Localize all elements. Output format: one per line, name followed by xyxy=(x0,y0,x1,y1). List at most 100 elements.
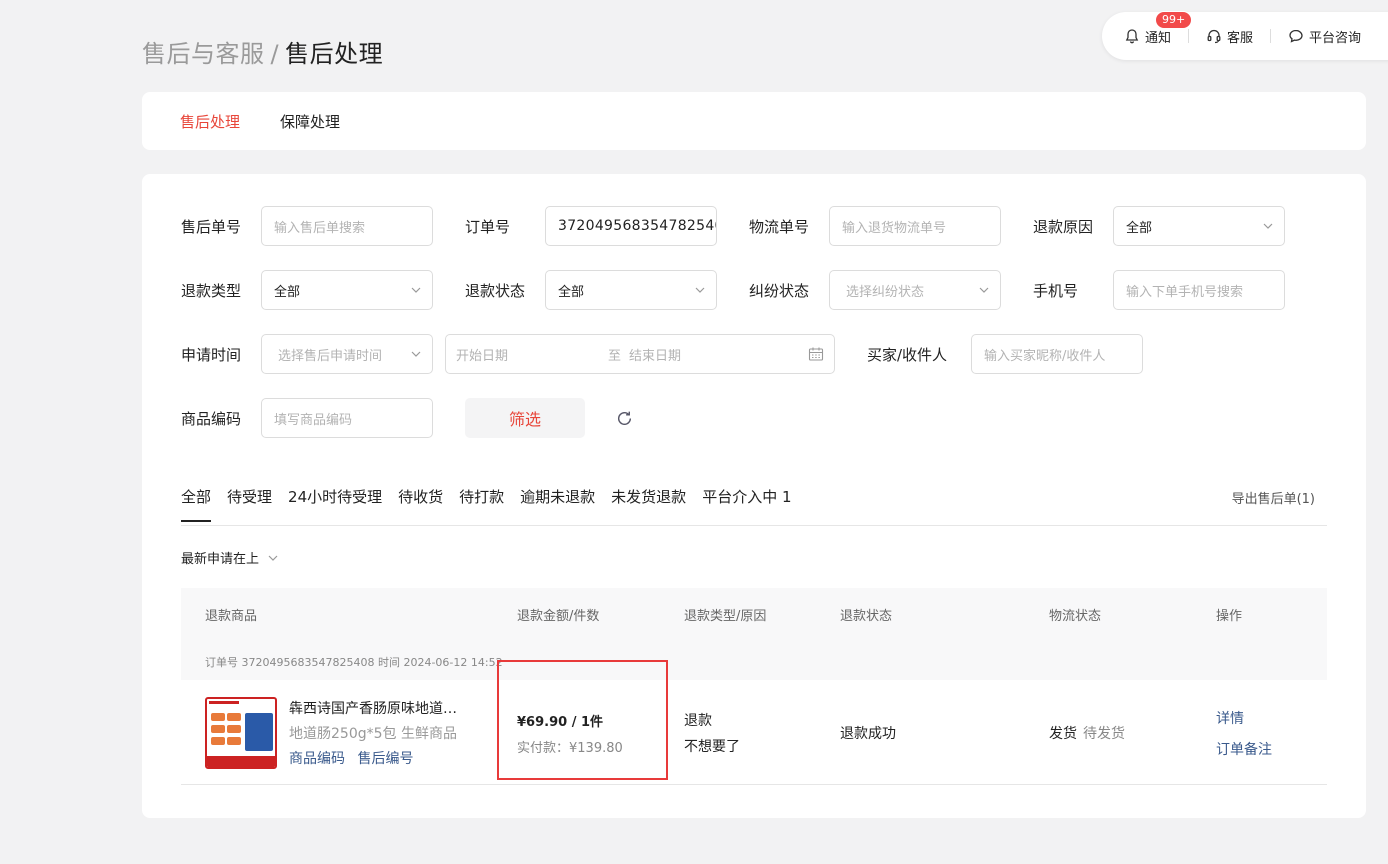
chevron-down-icon xyxy=(268,555,278,561)
table-header: 退款商品 退款金额/件数 退款类型/原因 退款状态 物流状态 操作 订单号 37… xyxy=(181,588,1327,680)
product-code-input[interactable]: 填写商品编码 xyxy=(261,398,433,438)
refund-reason-label: 退款原因 xyxy=(1033,218,1094,236)
platform-consult-label: 平台咨询 xyxy=(1309,30,1362,46)
date-range-separator: 至 xyxy=(608,348,622,364)
sort-label: 最新申请在上 xyxy=(181,552,260,567)
phone-placeholder: 输入下单手机号搜索 xyxy=(1126,284,1244,300)
refund-type: 退款 xyxy=(684,713,712,729)
status-tab-platform-intervention[interactable]: 平台介入中 1 xyxy=(702,486,791,507)
chevron-down-icon xyxy=(979,287,989,293)
status-tabs: 全部 待受理 24小时待受理 待收货 待打款 逾期未退款 未发货退款 平台介入中… xyxy=(181,486,808,522)
breadcrumb: 售后与客服 / 售后处理 xyxy=(142,34,383,69)
highlight-box xyxy=(497,660,668,780)
apply-time-select[interactable]: 选择售后申请时间 xyxy=(261,334,433,374)
product-code-placeholder: 填写商品编码 xyxy=(274,412,353,428)
refund-status: 退款成功 xyxy=(840,726,896,742)
buyer-input[interactable]: 输入买家昵称/收件人 xyxy=(971,334,1143,374)
end-date-placeholder: 结束日期 xyxy=(629,348,682,364)
main-panel: 售后单号 输入售后单搜索 订单号 372049568354782540 物流单号… xyxy=(142,174,1366,818)
status-tab-overdue[interactable]: 逾期未退款 xyxy=(520,486,595,507)
divider xyxy=(1270,29,1272,43)
phone-label: 手机号 xyxy=(1033,282,1079,300)
dispute-status-placeholder: 选择纠纷状态 xyxy=(846,284,925,300)
refresh-icon[interactable] xyxy=(616,410,633,427)
export-link[interactable]: 导出售后单(1) xyxy=(1232,488,1315,507)
service-label: 客服 xyxy=(1227,30,1254,46)
logistics-status-sub: 待发货 xyxy=(1083,726,1125,742)
logistics-no-input[interactable]: 输入退货物流单号 xyxy=(829,206,1001,246)
col-type-reason: 退款类型/原因 xyxy=(684,609,767,624)
notify-button[interactable]: 通知 99+ xyxy=(1124,10,1193,46)
chevron-down-icon xyxy=(695,287,705,293)
status-tab-unshipped-refund[interactable]: 未发货退款 xyxy=(611,486,686,507)
breadcrumb-separator: / xyxy=(270,40,280,68)
col-amount: 退款金额/件数 xyxy=(517,609,600,624)
table-row: 犇西诗国产香肠原味地道肠火山石烤肠 地道肠250g*5包 生鲜商品 商品编码 售… xyxy=(181,660,1327,785)
aftersale-no-label: 售后单号 xyxy=(181,218,242,236)
order-no-value: 372049568354782540 xyxy=(558,218,717,234)
tab-guarantee[interactable]: 保障处理 xyxy=(280,111,340,132)
product-name[interactable]: 犇西诗国产香肠原味地道肠火山石烤肠 xyxy=(289,698,461,718)
apply-time-label: 申请时间 xyxy=(181,346,242,364)
aftersale-no-input[interactable]: 输入售后单搜索 xyxy=(261,206,433,246)
product-spec: 地道肠250g*5包 生鲜商品 xyxy=(289,726,457,742)
status-tab-pending-payout[interactable]: 待打款 xyxy=(459,486,504,507)
top-action-bar: 通知 99+ 客服 平台咨询 xyxy=(1102,10,1388,60)
headset-icon xyxy=(1207,29,1221,44)
order-no-input[interactable]: 372049568354782540 xyxy=(545,206,717,246)
refund-status-select[interactable]: 全部 xyxy=(545,270,717,310)
page-title: 售后处理 xyxy=(285,40,384,68)
filter-button[interactable]: 筛选 xyxy=(465,398,585,438)
status-tab-pending-receive[interactable]: 待收货 xyxy=(398,486,443,507)
logistics-no-placeholder: 输入退货物流单号 xyxy=(842,220,947,236)
status-tab-all[interactable]: 全部 xyxy=(181,486,212,522)
col-ops: 操作 xyxy=(1216,609,1243,624)
calendar-icon xyxy=(808,347,824,361)
refund-reason: 不想要了 xyxy=(684,739,740,755)
notify-badge: 99+ xyxy=(1155,10,1193,29)
logistics-status: 发货 待发货 xyxy=(1049,723,1125,743)
date-range-picker[interactable]: 开始日期 至 结束日期 xyxy=(445,334,835,374)
service-button[interactable]: 客服 xyxy=(1206,27,1253,46)
refund-type-select[interactable]: 全部 xyxy=(261,270,433,310)
platform-consult-button[interactable]: 平台咨询 xyxy=(1288,27,1361,46)
product-links: 商品编码 售后编号 xyxy=(289,748,421,768)
dispute-status-label: 纠纷状态 xyxy=(749,282,810,300)
col-logistics: 物流状态 xyxy=(1049,609,1102,624)
refund-status-label: 退款状态 xyxy=(465,282,526,300)
notify-label: 通知 xyxy=(1145,30,1172,46)
logistics-no-label: 物流单号 xyxy=(749,218,810,236)
refund-reason-select[interactable]: 全部 xyxy=(1113,206,1285,246)
dispute-status-select[interactable]: 选择纠纷状态 xyxy=(829,270,1001,310)
tab-aftersale[interactable]: 售后处理 xyxy=(180,111,240,132)
divider xyxy=(181,525,1327,526)
refund-type-label: 退款类型 xyxy=(181,282,242,300)
chat-bubble-icon xyxy=(1289,29,1303,43)
start-date-placeholder: 开始日期 xyxy=(456,348,509,364)
product-code-label: 商品编码 xyxy=(181,410,242,428)
phone-input[interactable]: 输入下单手机号搜索 xyxy=(1113,270,1285,310)
page-tabs: 售后处理 保障处理 xyxy=(142,92,1366,150)
order-remark-link[interactable]: 订单备注 xyxy=(1216,739,1272,759)
aftersale-no-placeholder: 输入售后单搜索 xyxy=(274,220,366,236)
status-tab-24h-pending[interactable]: 24小时待受理 xyxy=(288,486,382,507)
buyer-placeholder: 输入买家昵称/收件人 xyxy=(984,348,1106,364)
col-status: 退款状态 xyxy=(840,609,893,624)
chevron-down-icon xyxy=(411,287,421,293)
apply-time-placeholder: 选择售后申请时间 xyxy=(278,348,383,364)
refund-type-value: 全部 xyxy=(274,284,301,300)
sort-dropdown[interactable]: 最新申请在上 xyxy=(181,548,279,567)
order-no-label: 订单号 xyxy=(465,218,511,236)
col-product: 退款商品 xyxy=(205,609,258,624)
chevron-down-icon xyxy=(411,351,421,357)
status-tab-pending-accept[interactable]: 待受理 xyxy=(227,486,272,507)
product-thumbnail[interactable] xyxy=(205,697,277,769)
breadcrumb-parent[interactable]: 售后与客服 xyxy=(142,40,265,68)
order-info-line: 订单号 3720495683547825408 时间 2024-06-12 14… xyxy=(205,656,503,669)
bell-icon xyxy=(1125,29,1139,44)
chevron-down-icon xyxy=(1263,223,1273,229)
aftersale-no-link[interactable]: 售后编号 xyxy=(357,751,413,767)
detail-link[interactable]: 详情 xyxy=(1216,708,1244,728)
buyer-label: 买家/收件人 xyxy=(867,346,948,364)
product-code-link[interactable]: 商品编码 xyxy=(289,751,345,767)
